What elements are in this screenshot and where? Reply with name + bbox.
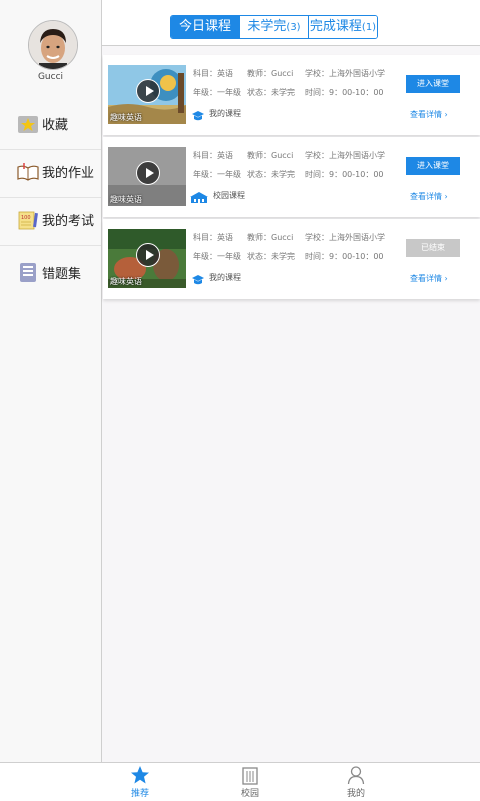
tab-today[interactable]: 今日课程	[171, 16, 239, 38]
course-subject: 科目：英语	[193, 233, 233, 242]
course-thumbnail[interactable]: 趣味英语	[108, 147, 186, 206]
nav-campus[interactable]: 校园	[220, 765, 280, 799]
course-source: 我的课程	[191, 271, 241, 285]
tab-completed[interactable]: 完成课程(1)	[308, 16, 377, 38]
chevron-right-icon: ›	[444, 274, 448, 283]
course-status: 状态：未学完	[247, 170, 295, 179]
exam-paper-icon: 100	[17, 209, 39, 231]
svg-text:100: 100	[21, 215, 31, 221]
course-grade: 年级：一年级	[193, 252, 241, 261]
course-card: 趣味英语 科目：英语 教师：Gucci 学校：上海外国语小学 年级：一年级 状态…	[103, 55, 480, 135]
course-subject: 科目：英语	[193, 69, 233, 78]
course-time: 时间：9：00-10：00	[305, 170, 384, 179]
course-thumbnail[interactable]: 趣味英语	[108, 229, 186, 288]
course-grade: 年级：一年级	[193, 170, 241, 179]
sidebar-item-exams[interactable]: 100 我的考试	[0, 194, 101, 246]
course-tabs: 今日课程 未学完(3) 完成课程(1)	[170, 15, 378, 39]
notebook-icon	[17, 261, 39, 283]
course-card: 趣味英语 科目：英语 教师：Gucci 学校：上海外国语小学 年级：一年级 状态…	[103, 137, 480, 217]
view-details-link[interactable]: 查看详情 ›	[410, 109, 448, 120]
nav-recommend[interactable]: 推荐	[110, 765, 170, 799]
course-source: 我的课程	[191, 107, 241, 121]
graduation-cap-icon	[191, 107, 205, 121]
open-book-icon	[17, 161, 39, 183]
avatar[interactable]	[28, 20, 78, 70]
play-icon[interactable]	[136, 243, 160, 267]
sidebar-item-homework[interactable]: 我的作业	[0, 146, 101, 198]
sidebar-item-favorites[interactable]: 收藏	[0, 98, 101, 150]
play-icon[interactable]	[136, 161, 160, 185]
chevron-right-icon: ›	[444, 192, 448, 201]
course-time: 时间：9：00-10：00	[305, 88, 384, 97]
enter-class-button[interactable]: 进入课堂	[406, 75, 460, 93]
nav-profile[interactable]: 我的	[326, 765, 386, 799]
building-icon	[240, 765, 260, 785]
course-time: 时间：9：00-10：00	[305, 252, 384, 261]
sidebar: Gucci 收藏 我的作业 100 我的考试 错题集	[0, 0, 102, 762]
course-school: 学校：上海外国语小学	[305, 69, 385, 78]
view-details-link[interactable]: 查看详情 ›	[410, 273, 448, 284]
course-grade: 年级：一年级	[193, 88, 241, 97]
bottom-nav: 推荐 校园 我的	[0, 762, 480, 801]
graduation-cap-icon	[191, 271, 205, 285]
person-icon	[346, 765, 366, 785]
username: Gucci	[37, 72, 64, 82]
header: 今日课程 未学完(3) 完成课程(1)	[102, 0, 480, 46]
play-icon[interactable]	[136, 79, 160, 103]
star-folder-icon	[17, 113, 39, 135]
course-teacher: 教师：Gucci	[247, 69, 294, 78]
course-status: 状态：未学完	[247, 252, 295, 261]
course-teacher: 教师：Gucci	[247, 233, 294, 242]
course-school: 学校：上海外国语小学	[305, 151, 385, 160]
enter-class-button[interactable]: 进入课堂	[406, 157, 460, 175]
course-status: 状态：未学完	[247, 88, 295, 97]
course-source: 校园课程	[189, 189, 245, 203]
course-school: 学校：上海外国语小学	[305, 233, 385, 242]
star-icon	[130, 765, 150, 785]
view-details-link[interactable]: 查看详情 ›	[410, 191, 448, 202]
chevron-right-icon: ›	[444, 110, 448, 119]
sidebar-item-mistakes[interactable]: 错题集	[0, 246, 101, 298]
course-subject: 科目：英语	[193, 151, 233, 160]
ended-button: 已结束	[406, 239, 460, 257]
course-thumbnail[interactable]: 趣味英语	[108, 65, 186, 124]
course-teacher: 教师：Gucci	[247, 151, 294, 160]
course-card: 趣味英语 科目：英语 教师：Gucci 学校：上海外国语小学 年级：一年级 状态…	[103, 219, 480, 299]
tab-unfinished[interactable]: 未学完(3)	[239, 16, 308, 38]
school-building-icon	[189, 189, 209, 203]
